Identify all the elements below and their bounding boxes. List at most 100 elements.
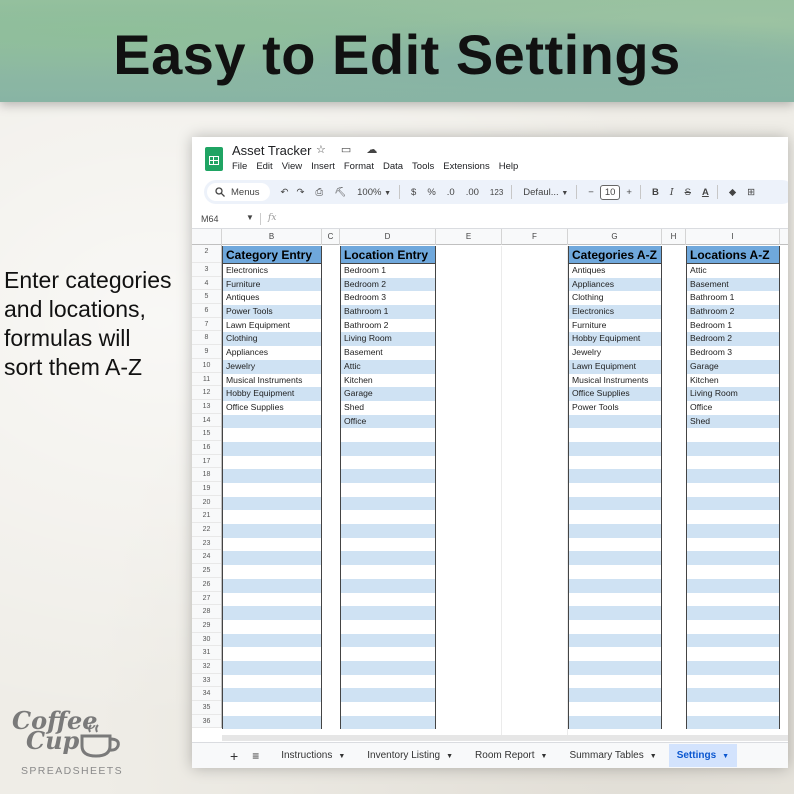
table-cell[interactable]: Bedroom 1 — [341, 264, 435, 278]
table-cell[interactable]: Garage — [687, 359, 779, 374]
table-cell[interactable] — [569, 633, 661, 648]
column-header-c[interactable]: C — [322, 229, 340, 245]
sheet-grid[interactable]: B C D E F G H I 2 3 4 5 6 7 8 9 10 11 12 13 14 15 16 17… — [192, 229, 788, 739]
menu-view[interactable]: View — [282, 161, 302, 172]
menu-extensions[interactable]: Extensions — [443, 161, 489, 172]
tab-settings[interactable]: Settings ▼ — [668, 744, 738, 767]
menus-search[interactable]: Menus — [207, 183, 270, 201]
table-cell[interactable] — [223, 455, 321, 470]
table-cell[interactable] — [569, 592, 661, 607]
row-number[interactable]: 11 — [192, 373, 221, 387]
row-number[interactable]: 20 — [192, 496, 221, 510]
table-cell[interactable]: Basement — [341, 346, 435, 360]
table-cell[interactable] — [569, 441, 661, 456]
table-header[interactable]: Categories A-Z — [569, 246, 661, 264]
table-cell[interactable]: Hobby Equipment — [569, 332, 661, 347]
table-cell[interactable] — [223, 702, 321, 716]
row-number[interactable]: 3 — [192, 263, 221, 277]
table-cell[interactable] — [687, 469, 779, 483]
title-action-icons[interactable]: ☆ ▭ ☁ — [316, 143, 383, 156]
increase-decimal-button[interactable]: .00 — [466, 187, 479, 198]
table-cell[interactable] — [223, 428, 321, 442]
font-size-increase-button[interactable]: + — [626, 187, 632, 198]
row-number[interactable]: 33 — [192, 674, 221, 688]
table-cell[interactable] — [569, 674, 661, 689]
table-cell[interactable] — [569, 483, 661, 497]
table-cell[interactable] — [687, 578, 779, 593]
row-number[interactable]: 24 — [192, 550, 221, 565]
table-cell[interactable] — [687, 702, 779, 716]
table-cell[interactable]: Basement — [687, 277, 779, 292]
column-header-e[interactable]: E — [436, 229, 502, 245]
undo-icon[interactable]: ↶ — [281, 187, 289, 198]
table-cell[interactable] — [341, 428, 435, 442]
table-cell[interactable] — [687, 496, 779, 511]
table-cell[interactable]: Jewelry — [569, 346, 661, 360]
table-cell[interactable] — [569, 537, 661, 552]
print-icon[interactable]: ⎙ — [315, 187, 323, 198]
table-cell[interactable] — [569, 702, 661, 716]
row-number[interactable]: 21 — [192, 509, 221, 524]
table-cell[interactable] — [223, 578, 321, 593]
table-cell[interactable] — [223, 592, 321, 607]
row-number[interactable]: 31 — [192, 646, 221, 660]
row-number[interactable]: 8 — [192, 331, 221, 346]
font-size-decrease-button[interactable]: − — [588, 187, 594, 198]
table-cell[interactable] — [687, 537, 779, 552]
row-number[interactable]: 19 — [192, 482, 221, 496]
row-number[interactable]: 25 — [192, 564, 221, 578]
table-cell[interactable]: Kitchen — [341, 373, 435, 388]
table-cell[interactable] — [341, 619, 435, 634]
font-size-input[interactable]: 10 — [599, 184, 621, 200]
row-number[interactable]: 26 — [192, 578, 221, 592]
table-cell[interactable] — [223, 647, 321, 661]
table-header[interactable]: Locations A-Z — [687, 246, 779, 264]
table-cell[interactable] — [687, 510, 779, 525]
menu-insert[interactable]: Insert — [311, 161, 335, 172]
row-number[interactable]: 13 — [192, 400, 221, 414]
table-cell[interactable] — [687, 455, 779, 470]
table-cell[interactable]: Living Room — [687, 387, 779, 401]
chevron-down-icon[interactable]: ▼ — [246, 213, 254, 222]
table-cell[interactable]: Bathroom 1 — [687, 291, 779, 306]
table-cell[interactable]: Shed — [687, 414, 779, 429]
sheets-app-icon[interactable] — [205, 147, 223, 171]
table-cell[interactable] — [569, 606, 661, 620]
tab-summary-tables[interactable]: Summary Tables ▼ — [569, 750, 656, 761]
document-title[interactable]: Asset Tracker — [232, 143, 311, 158]
table-cell[interactable] — [341, 524, 435, 538]
row-number[interactable]: 30 — [192, 633, 221, 647]
table-cell[interactable]: Hobby Equipment — [223, 387, 321, 401]
table-cell[interactable] — [223, 633, 321, 648]
row-number[interactable]: 10 — [192, 359, 221, 373]
tab-room-report[interactable]: Room Report ▼ — [475, 750, 547, 761]
table-cell[interactable] — [341, 592, 435, 607]
row-number[interactable]: 27 — [192, 592, 221, 606]
table-cell[interactable] — [341, 688, 435, 702]
menu-tools[interactable]: Tools — [412, 161, 434, 172]
table-cell[interactable] — [569, 619, 661, 634]
table-cell[interactable]: Musical Instruments — [223, 373, 321, 388]
table-cell[interactable] — [341, 633, 435, 648]
column-header-b[interactable]: B — [222, 229, 322, 245]
row-number[interactable]: 6 — [192, 304, 221, 318]
column-header-d[interactable]: D — [340, 229, 436, 245]
table-cell[interactable] — [223, 565, 321, 579]
column-header-g[interactable]: G — [568, 229, 662, 245]
table-cell[interactable] — [223, 674, 321, 689]
table-cell[interactable] — [569, 565, 661, 579]
column-header-corner[interactable] — [192, 229, 222, 245]
table-cell[interactable] — [687, 592, 779, 607]
table-header[interactable]: Location Entry — [341, 246, 435, 264]
table-cell[interactable]: Attic — [687, 264, 779, 278]
table-cell[interactable]: Bathroom 2 — [341, 318, 435, 333]
zoom-select[interactable]: 100% ▼ — [357, 187, 391, 198]
percent-format-button[interactable]: % — [427, 187, 435, 198]
table-cell[interactable]: Furniture — [223, 277, 321, 292]
table-cell[interactable] — [341, 660, 435, 675]
table-cell[interactable] — [687, 441, 779, 456]
table-cell[interactable] — [341, 496, 435, 511]
table-cell[interactable] — [223, 660, 321, 675]
borders-icon[interactable]: ⊞ — [747, 187, 755, 198]
row-number[interactable]: 9 — [192, 345, 221, 359]
